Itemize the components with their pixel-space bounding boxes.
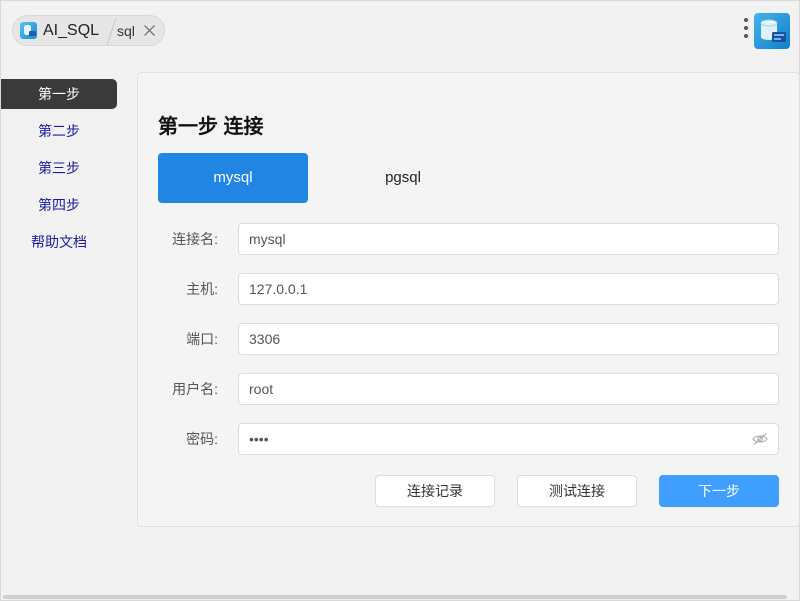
app-name: AI_SQL — [43, 21, 100, 39]
sidebar-item-step-1[interactable]: 第一步 — [1, 79, 117, 109]
tab-sql-label: sql — [117, 22, 135, 39]
sidebar-item-step-3[interactable]: 第三步 — [1, 153, 117, 183]
connection-card: 第一步 连接 mysql pgsql 连接名: 主机: 端口: 用户名: 密码:… — [137, 72, 800, 527]
database-logo-icon — [754, 13, 790, 49]
horizontal-scrollbar[interactable] — [3, 595, 787, 599]
test-connection-button[interactable]: 测试连接 — [517, 475, 637, 507]
tab-pgsql[interactable]: pgsql — [328, 153, 478, 203]
port-label: 端口: — [186, 331, 218, 347]
sidebar-item-step-2[interactable]: 第二步 — [1, 116, 117, 146]
eye-icon[interactable] — [752, 432, 768, 446]
tab-sql[interactable]: sql — [117, 16, 156, 45]
host-label: 主机: — [186, 281, 218, 297]
next-step-button[interactable]: 下一步 — [659, 475, 779, 507]
form-row-port: 端口: — [138, 323, 800, 355]
sidebar-item-step-4[interactable]: 第四步 — [1, 190, 117, 220]
password-input[interactable] — [238, 423, 779, 455]
sidebar: 第一步 第二步 第三步 第四步 帮助文档 — [1, 79, 117, 264]
tab-separator — [106, 18, 117, 45]
connection-history-button[interactable]: 连接记录 — [375, 475, 495, 507]
page-title: 第一步 连接 — [158, 116, 264, 138]
sidebar-item-help-docs[interactable]: 帮助文档 — [1, 227, 117, 257]
password-label: 密码: — [186, 431, 218, 447]
title-bar: AI_SQL sql — [1, 1, 799, 59]
port-input[interactable] — [238, 323, 779, 355]
database-type-tabs: mysql pgsql — [158, 153, 458, 203]
host-input[interactable] — [238, 273, 779, 305]
form-row-username: 用户名: — [138, 373, 800, 405]
form-row-host: 主机: — [138, 273, 800, 305]
connection-name-input[interactable] — [238, 223, 779, 255]
app-logo-icon — [20, 22, 37, 39]
close-icon[interactable] — [143, 24, 156, 37]
app-tab[interactable]: AI_SQL — [20, 16, 99, 45]
more-menu-icon[interactable] — [742, 18, 750, 42]
connection-name-label: 连接名: — [172, 231, 218, 247]
tab-mysql[interactable]: mysql — [158, 153, 308, 203]
username-input[interactable] — [238, 373, 779, 405]
form-row-password: 密码: — [138, 423, 800, 455]
form-row-connection-name: 连接名: — [138, 223, 800, 255]
username-label: 用户名: — [172, 381, 218, 397]
tab-group: AI_SQL sql — [12, 15, 165, 46]
